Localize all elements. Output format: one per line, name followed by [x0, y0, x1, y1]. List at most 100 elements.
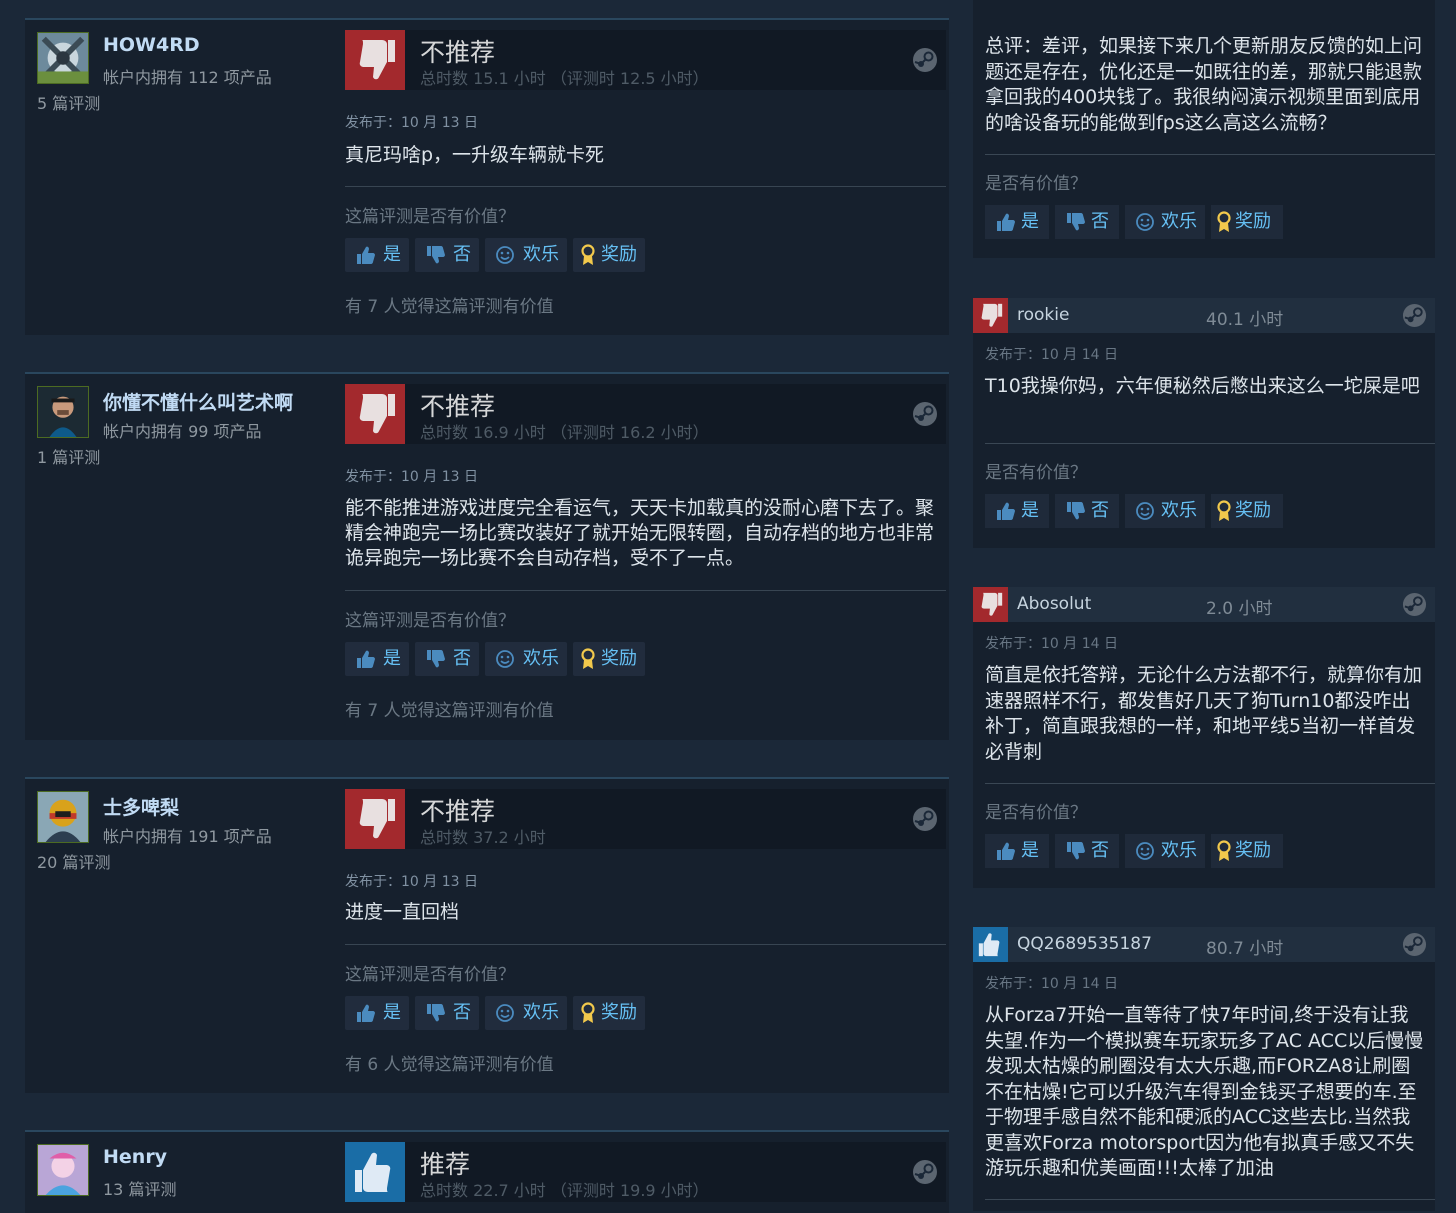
avatar[interactable]: [37, 32, 89, 84]
thumbs-down-icon: [425, 1003, 445, 1023]
review-count[interactable]: 13 篇评测: [103, 1176, 176, 1200]
vote-yes-button[interactable]: 是: [985, 205, 1049, 239]
vote-no-button[interactable]: 否: [415, 238, 479, 272]
playtime-hours: 总时数 16.9 小时 （评测时 16.2 小时）: [420, 423, 709, 442]
vote-funny-button[interactable]: 欢乐: [1125, 205, 1205, 239]
thumbs-up-icon: [995, 841, 1015, 861]
review-verdict[interactable]: 不推荐 总时数 16.9 小时 （评测时 16.2 小时）: [345, 384, 946, 444]
verdict-title: 推荐: [420, 1150, 471, 1179]
vote-no-button[interactable]: 否: [1055, 494, 1119, 528]
avatar[interactable]: [37, 1144, 89, 1196]
thumbs-up-icon: [973, 927, 1008, 962]
author-name[interactable]: 你懂不懂什么叫艺术啊: [103, 388, 293, 415]
steam-icon: [1402, 592, 1427, 617]
award-button[interactable]: 奖励: [1211, 494, 1283, 528]
review-card: HOW4RD 帐户内拥有 112 项产品 5 篇评测 不推荐 总时数 15.1 …: [25, 18, 949, 335]
vote-funny-button[interactable]: 欢乐: [485, 642, 567, 676]
products-owned[interactable]: 帐户内拥有 99 项产品: [103, 418, 262, 442]
side-review-card: rookie 40.1 小时 发布于：10 月 14 日 T10我操你妈，六年便…: [973, 298, 1435, 548]
posted-date: 发布于：10 月 13 日: [345, 115, 478, 131]
vote-funny-button[interactable]: 欢乐: [485, 238, 567, 272]
posted-date: 发布于：10 月 13 日: [345, 469, 478, 485]
author-name[interactable]: Henry: [103, 1146, 167, 1168]
review-verdict[interactable]: 不推荐 总时数 37.2 小时: [345, 789, 946, 849]
side-review-card: QQ2689535187 80.7 小时 发布于：10 月 14 日 从Forz…: [973, 927, 1435, 1211]
posted-date: 发布于：10 月 14 日: [985, 976, 1118, 992]
smiley-icon: [1135, 841, 1155, 861]
review-count[interactable]: 5 篇评测: [37, 90, 100, 114]
thumbs-down-icon: [1065, 212, 1085, 232]
vote-funny-button[interactable]: 欢乐: [1125, 494, 1205, 528]
side-review-card: Abosolut 2.0 小时 发布于：10 月 14 日 简直是依托答辩，无论…: [973, 587, 1435, 888]
vote-no-button[interactable]: 否: [415, 642, 479, 676]
playtime-hours: 80.7 小时: [1206, 939, 1284, 959]
verdict-title: 不推荐: [420, 392, 496, 421]
vote-yes-button[interactable]: 是: [345, 996, 409, 1030]
steam-icon: [912, 47, 938, 73]
review-verdict[interactable]: 不推荐 总时数 15.1 小时 （评测时 12.5 小时）: [345, 30, 946, 90]
found-helpful: 有 7 人觉得这篇评测有价值: [345, 297, 554, 317]
divider: [345, 186, 946, 187]
review-text: T10我操你妈，六年便秘然后憋出来这么一坨屎是吧: [985, 375, 1420, 397]
vote-yes-button[interactable]: 是: [345, 238, 409, 272]
smiley-icon: [1135, 212, 1155, 232]
divider: [345, 590, 946, 591]
vote-yes-button[interactable]: 是: [985, 494, 1049, 528]
award-icon: [581, 244, 595, 266]
smiley-icon: [495, 245, 515, 265]
vote-yes-button[interactable]: 是: [345, 642, 409, 676]
review-count[interactable]: 20 篇评测: [37, 849, 110, 873]
award-icon: [1217, 500, 1231, 522]
award-button[interactable]: 奖励: [1211, 834, 1283, 868]
author-name[interactable]: Abosolut: [1017, 594, 1091, 614]
steam-icon: [1402, 932, 1427, 957]
side-review-header[interactable]: Abosolut 2.0 小时: [973, 587, 1435, 622]
avatar[interactable]: [37, 791, 89, 843]
vote-funny-button[interactable]: 欢乐: [1125, 834, 1205, 868]
author-name[interactable]: HOW4RD: [103, 34, 200, 56]
divider: [985, 1199, 1435, 1200]
posted-date: 发布于：10 月 14 日: [985, 636, 1118, 652]
thumbs-down-icon: [345, 384, 405, 444]
thumbs-down-icon: [345, 30, 405, 90]
review-count[interactable]: 1 篇评测: [37, 444, 100, 468]
vote-yes-button[interactable]: 是: [985, 834, 1049, 868]
thumbs-down-icon: [345, 789, 405, 849]
found-helpful: 有 6 人觉得这篇评测有价值: [345, 1055, 554, 1075]
review-verdict[interactable]: 推荐 总时数 22.7 小时 （评测时 19.9 小时）: [345, 1142, 946, 1202]
vote-no-button[interactable]: 否: [1055, 834, 1119, 868]
vote-no-button[interactable]: 否: [415, 996, 479, 1030]
helpful-question: 这篇评测是否有价值？: [345, 611, 515, 631]
author-name[interactable]: rookie: [1017, 305, 1069, 325]
award-button[interactable]: 奖励: [573, 238, 645, 272]
posted-date: 发布于：10 月 14 日: [985, 347, 1118, 363]
steam-icon: [912, 1159, 938, 1185]
side-review-header[interactable]: QQ2689535187 80.7 小时: [973, 927, 1435, 962]
steam-icon: [912, 401, 938, 427]
verdict-title: 不推荐: [420, 797, 496, 826]
thumbs-up-icon: [355, 1003, 375, 1023]
avatar[interactable]: [37, 386, 89, 438]
vote-funny-button[interactable]: 欢乐: [485, 996, 567, 1030]
thumbs-down-icon: [425, 245, 445, 265]
award-button[interactable]: 奖励: [573, 642, 645, 676]
author-name[interactable]: QQ2689535187: [1017, 934, 1152, 954]
products-owned[interactable]: 帐户内拥有 191 项产品: [103, 823, 272, 847]
author-name[interactable]: 士多啤梨: [103, 793, 179, 820]
products-owned[interactable]: 帐户内拥有 112 项产品: [103, 64, 272, 88]
helpful-question: 是否有价值？: [985, 803, 1087, 823]
helpful-question: 这篇评测是否有价值？: [345, 207, 515, 227]
review-card: 士多啤梨 帐户内拥有 191 项产品 20 篇评测 不推荐 总时数 37.2 小…: [25, 777, 949, 1093]
helpful-question: 是否有价值？: [985, 463, 1087, 483]
side-review-header[interactable]: rookie 40.1 小时: [973, 298, 1435, 333]
vote-no-button[interactable]: 否: [1055, 205, 1119, 239]
divider: [985, 154, 1435, 155]
found-helpful: 有 7 人觉得这篇评测有价值: [345, 701, 554, 721]
review-card: 你懂不懂什么叫艺术啊 帐户内拥有 99 项产品 1 篇评测 不推荐 总时数 16…: [25, 372, 949, 740]
helpful-question: 是否有价值？: [985, 174, 1087, 194]
award-button[interactable]: 奖励: [1211, 205, 1283, 239]
review-text: 进度一直回档: [345, 901, 460, 923]
review-text: 能不能推进游戏进度完全看运气，天天卡加载真的没耐心磨下去了。聚精会神跑完一场比赛…: [345, 497, 935, 569]
award-button[interactable]: 奖励: [573, 996, 645, 1030]
playtime-hours: 总时数 22.7 小时 （评测时 19.9 小时）: [420, 1181, 709, 1200]
